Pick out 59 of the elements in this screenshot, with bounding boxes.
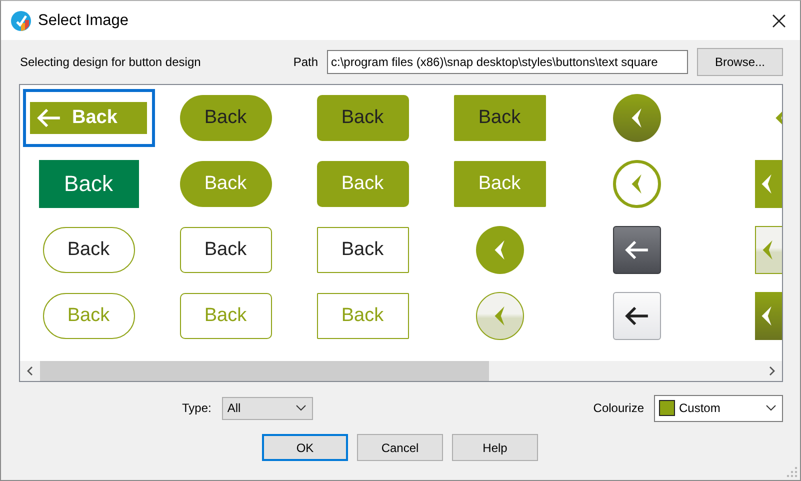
button-label: Back <box>478 107 521 129</box>
design-option[interactable]: Back <box>22 89 154 147</box>
scroll-right-icon[interactable] <box>768 366 776 376</box>
button-label: Back <box>72 107 118 129</box>
design-option[interactable]: Back <box>22 287 154 345</box>
chevron-icon <box>492 305 506 327</box>
arrow-icon <box>624 240 650 260</box>
arrow-icon <box>36 108 62 128</box>
design-option[interactable]: Back <box>296 287 428 345</box>
scrollbar-thumb[interactable] <box>40 361 489 381</box>
design-option[interactable]: Back <box>296 221 428 279</box>
design-option[interactable]: Back <box>160 89 292 147</box>
path-field[interactable]: c:\program files (x86)\snap desktop\styles\buttons\text square <box>327 50 688 74</box>
chevron-icon <box>761 239 775 261</box>
design-option[interactable]: Back <box>434 155 566 213</box>
design-option[interactable]: Back <box>160 221 292 279</box>
button-label: Back <box>67 239 110 261</box>
chevron-icon <box>760 173 774 195</box>
horizontal-scrollbar[interactable] <box>20 361 782 381</box>
button-label: Back <box>341 107 384 129</box>
resize-grip-icon[interactable] <box>787 467 797 477</box>
dialog-button[interactable]: Cancel <box>357 434 443 461</box>
close-icon[interactable] <box>772 14 786 28</box>
design-option[interactable]: Back <box>22 155 154 213</box>
caret-icon <box>766 405 776 411</box>
caption-label: Selecting design for button design <box>20 55 202 69</box>
button-label: Back <box>67 305 110 327</box>
dialog-button[interactable]: Help <box>452 434 538 461</box>
window-title: Select Image <box>38 12 130 30</box>
app-logo-icon <box>11 10 31 30</box>
type-dropdown[interactable]: All <box>222 396 314 420</box>
button-label: Back <box>341 305 384 327</box>
design-option[interactable]: Back <box>22 221 154 279</box>
browse-button[interactable]: Browse... <box>697 48 783 76</box>
chevron-icon <box>630 107 644 129</box>
button-label: Back <box>204 239 247 261</box>
colourize-dropdown[interactable]: Custom <box>654 394 783 422</box>
path-label: Path <box>293 55 318 69</box>
button-label: Back <box>478 173 521 195</box>
design-option[interactable]: Back <box>296 155 428 213</box>
chevron-icon <box>760 305 774 327</box>
caret-icon <box>296 405 306 411</box>
arrow-icon <box>624 306 650 326</box>
chevron-icon <box>630 173 644 195</box>
button-label: Back <box>341 173 384 195</box>
button-label: Back <box>341 239 384 261</box>
scroll-left-icon[interactable] <box>26 366 34 376</box>
colourize-label: Colourize <box>593 401 644 415</box>
button-label: Back <box>64 171 113 197</box>
button-label: Back <box>204 173 247 195</box>
design-option[interactable]: Back <box>160 287 292 345</box>
dialog-button[interactable]: OK <box>262 434 348 461</box>
design-option[interactable]: Back <box>434 89 566 147</box>
chevron-icon <box>492 239 506 261</box>
design-option[interactable]: Back <box>296 89 428 147</box>
button-label: Back <box>204 305 247 327</box>
type-label: Type: <box>182 401 212 415</box>
button-label: Back <box>204 107 247 129</box>
design-option[interactable]: Back <box>160 155 292 213</box>
